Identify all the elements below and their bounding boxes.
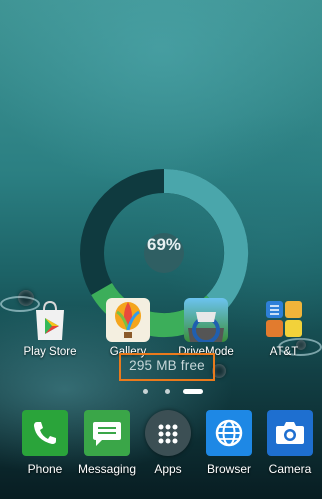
- app-drivemode[interactable]: DriveMode: [170, 298, 242, 358]
- free-memory-label: 295 MB free: [129, 358, 205, 373]
- drivemode-icon: [184, 298, 228, 344]
- play-store-icon: [28, 298, 72, 342]
- app-label: Play Store: [23, 346, 77, 358]
- page-dot-active: [183, 389, 203, 394]
- phone-icon: [22, 410, 68, 456]
- app-folder-att[interactable]: AT&T: [248, 298, 320, 358]
- page-dot: [143, 389, 148, 394]
- camera-icon: [267, 410, 313, 456]
- page-dot: [165, 389, 170, 394]
- app-label: Camera: [268, 462, 312, 476]
- storage-percent-label: 69%: [146, 235, 182, 254]
- dock-app-camera[interactable]: Camera: [254, 410, 322, 476]
- page-indicator[interactable]: [0, 387, 322, 395]
- app-gallery[interactable]: Gallery: [92, 298, 164, 358]
- app-label: AT&T: [269, 346, 299, 358]
- gallery-icon: [106, 298, 150, 342]
- apps-grid-icon: [145, 410, 191, 456]
- messaging-icon: [84, 410, 130, 456]
- folder-icon: [262, 298, 306, 342]
- globe-icon: [206, 410, 252, 456]
- app-play-store[interactable]: Play Store: [14, 298, 86, 358]
